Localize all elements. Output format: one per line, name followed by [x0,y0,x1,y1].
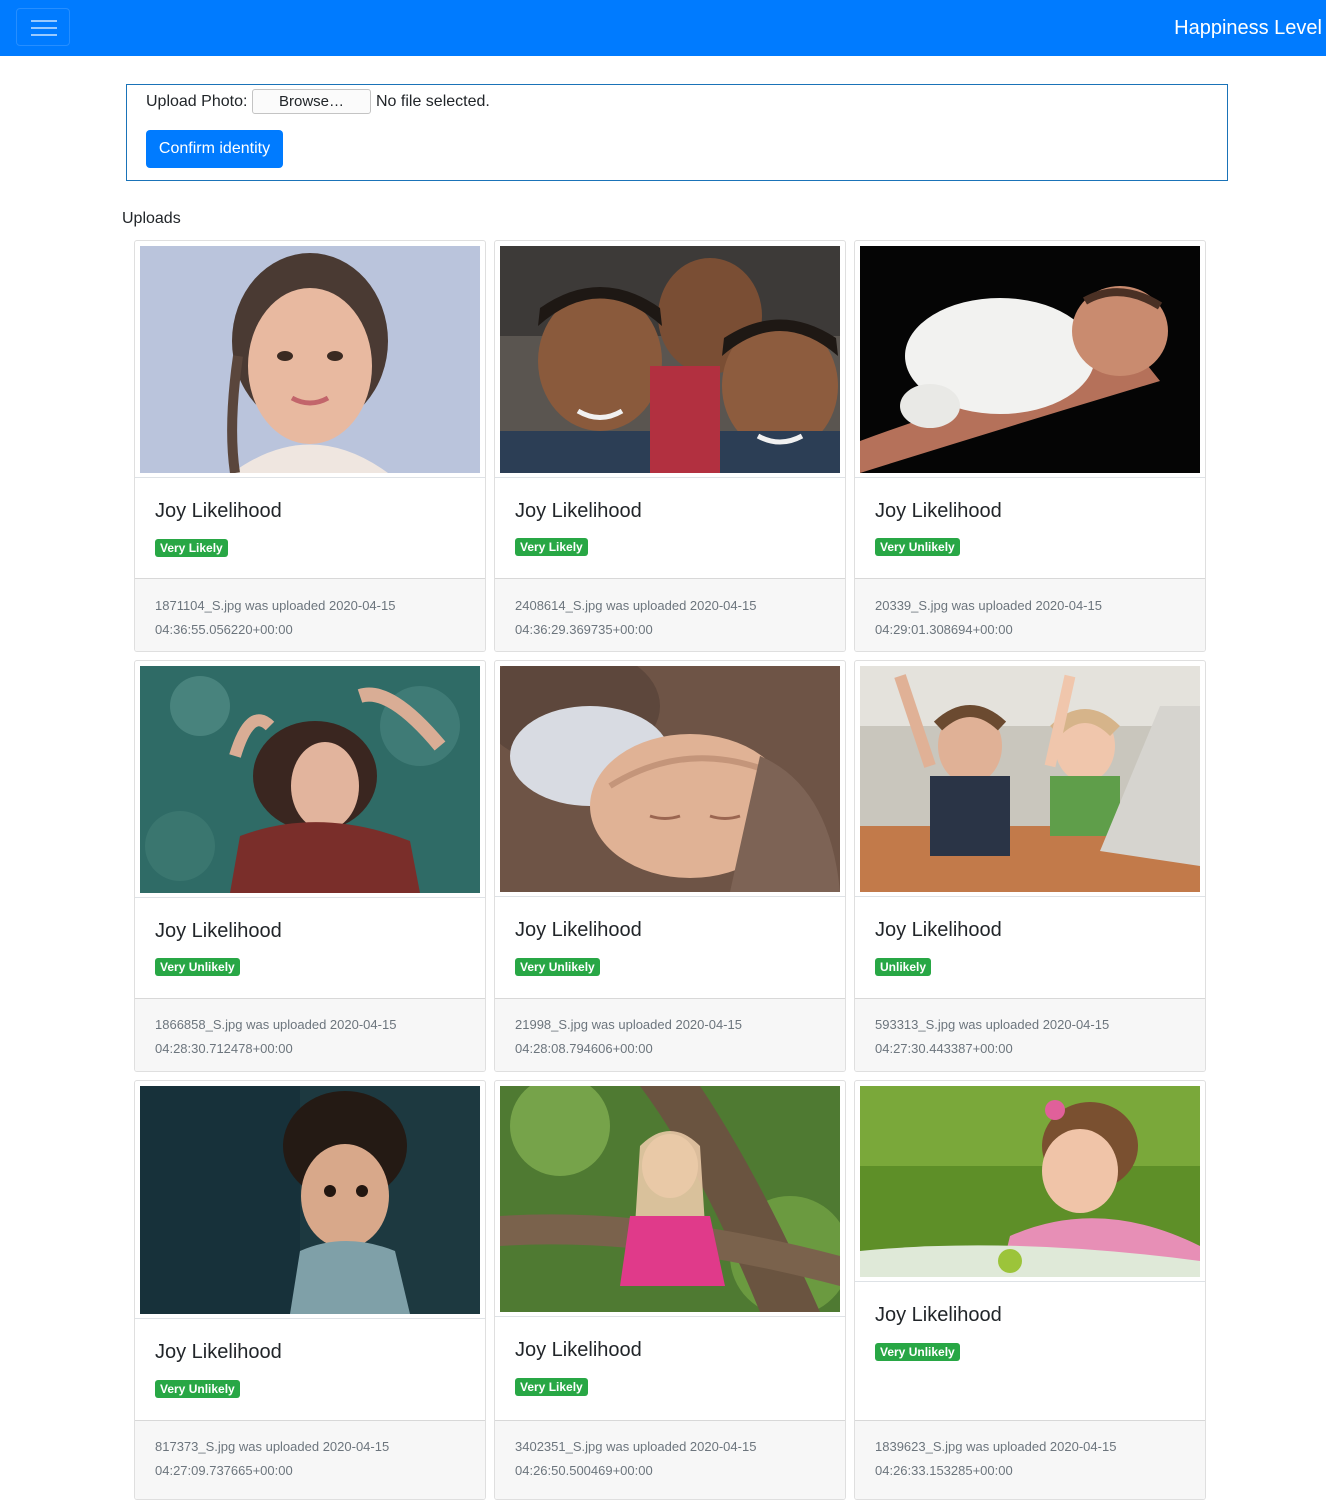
upload-info-text: 21998_S.jpg was uploaded 2020-04-15 [515,1017,742,1032]
upload-info-text: 1866858_S.jpg was uploaded 2020-04-15 [155,1017,397,1032]
joy-likelihood-badge: Very Unlikely [155,958,240,976]
joy-likelihood-badge: Very Unlikely [875,1343,960,1361]
upload-card: Joy Likelihood Very Likely 2408614_S.jpg… [494,240,846,652]
upload-form: Upload Photo: Browse… No file selected. … [126,84,1228,181]
photo-thumbnail[interactable] [855,1081,1205,1282]
browse-button[interactable]: Browse… [252,89,371,114]
photo-thumbnail[interactable] [495,1081,845,1317]
upload-card: Joy Likelihood Very Unlikely 21998_S.jpg… [494,660,846,1072]
joy-likelihood-badge: Very Unlikely [155,1380,240,1398]
card-title: Joy Likelihood [875,919,1002,941]
photo-girl-on-tree-image [500,1086,840,1312]
upload-card: Joy Likelihood Very Unlikely 1839623_S.j… [854,1080,1206,1500]
card-title: Joy Likelihood [875,500,1002,522]
upload-timestamp-text: 04:36:29.369735+00:00 [515,622,653,637]
photo-girl-in-grass-image [860,1086,1200,1277]
photo-thumbnail[interactable] [855,241,1205,478]
upload-card: Joy Likelihood Very Likely 1871104_S.jpg… [134,240,486,652]
joy-likelihood-badge: Very Likely [515,538,588,556]
upload-card: Joy Likelihood Very Unlikely 20339_S.jpg… [854,240,1206,652]
upload-info-text: 1871104_S.jpg was uploaded 2020-04-15 [155,598,396,613]
upload-info-text: 1839623_S.jpg was uploaded 2020-04-15 [875,1439,1117,1454]
card-footer: 1839623_S.jpg was uploaded 2020-04-15 04… [855,1420,1205,1499]
joy-likelihood-badge: Unlikely [875,958,932,976]
uploads-heading: Uploads [122,210,181,227]
upload-card: Joy Likelihood Very Likely 3402351_S.jpg… [494,1080,846,1500]
photo-thumbnail[interactable] [135,241,485,478]
card-title: Joy Likelihood [515,500,642,522]
upload-info-text: 593313_S.jpg was uploaded 2020-04-15 [875,1017,1110,1032]
navbar-brand[interactable]: Happiness Level [1174,16,1322,40]
card-footer: 817373_S.jpg was uploaded 2020-04-15 04:… [135,1420,485,1499]
upload-card: Joy Likelihood Very Unlikely 1866858_S.j… [134,660,486,1072]
upload-timestamp-text: 04:26:33.153285+00:00 [875,1463,1013,1478]
upload-info-text: 3402351_S.jpg was uploaded 2020-04-15 [515,1439,757,1454]
hamburger-menu-icon[interactable] [16,8,70,46]
file-status-text: No file selected. [376,93,490,110]
upload-timestamp-text: 04:36:55.056220+00:00 [155,622,293,637]
card-footer: 3402351_S.jpg was uploaded 2020-04-15 04… [495,1420,845,1499]
photo-three-boys-image [500,246,840,473]
navbar: Happiness Level [0,0,1326,56]
upload-info-text: 2408614_S.jpg was uploaded 2020-04-15 [515,598,757,613]
photo-thumbnail[interactable] [135,661,485,898]
upload-timestamp-text: 04:28:08.794606+00:00 [515,1041,653,1056]
card-title: Joy Likelihood [155,1341,282,1363]
joy-likelihood-badge: Very Likely [155,539,228,557]
card-title: Joy Likelihood [875,1304,1002,1326]
photo-thumbnail[interactable] [495,241,845,478]
joy-likelihood-badge: Very Likely [515,1378,588,1396]
upload-info-text: 20339_S.jpg was uploaded 2020-04-15 [875,598,1102,613]
card-footer: 593313_S.jpg was uploaded 2020-04-15 04:… [855,998,1205,1071]
upload-timestamp-text: 04:29:01.308694+00:00 [875,622,1013,637]
card-footer: 1866858_S.jpg was uploaded 2020-04-15 04… [135,998,485,1071]
upload-card: Joy Likelihood Unlikely 593313_S.jpg was… [854,660,1206,1072]
photo-thumbnail[interactable] [495,661,845,897]
joy-likelihood-badge: Very Unlikely [515,958,600,976]
photo-woman-in-water-image [140,666,480,893]
photo-girl-portrait-image [140,246,480,473]
upload-timestamp-text: 04:27:30.443387+00:00 [875,1041,1013,1056]
photo-thumbnail[interactable] [135,1081,485,1319]
card-footer: 21998_S.jpg was uploaded 2020-04-15 04:2… [495,998,845,1071]
upload-photo-label: Upload Photo: [146,93,248,110]
photo-kids-laptop-image [860,666,1200,892]
card-footer: 2408614_S.jpg was uploaded 2020-04-15 04… [495,578,845,651]
photo-newborn-on-arm-image [860,246,1200,473]
card-title: Joy Likelihood [155,920,282,942]
photo-thumbnail[interactable] [855,661,1205,897]
card-footer: 20339_S.jpg was uploaded 2020-04-15 04:2… [855,578,1205,651]
card-footer: 1871104_S.jpg was uploaded 2020-04-15 04… [135,578,485,651]
joy-likelihood-badge: Very Unlikely [875,538,960,556]
card-title: Joy Likelihood [515,919,642,941]
upload-timestamp-text: 04:26:50.500469+00:00 [515,1463,653,1478]
confirm-identity-button[interactable]: Confirm identity [146,130,283,168]
card-title: Joy Likelihood [515,1339,642,1361]
upload-info-text: 817373_S.jpg was uploaded 2020-04-15 [155,1439,390,1454]
card-title: Joy Likelihood [155,500,282,522]
photo-sleeping-baby-image [500,666,840,892]
upload-timestamp-text: 04:27:09.737665+00:00 [155,1463,293,1478]
upload-timestamp-text: 04:28:30.712478+00:00 [155,1041,293,1056]
photo-curly-haired-boy-image [140,1086,480,1314]
upload-card: Joy Likelihood Very Unlikely 817373_S.jp… [134,1080,486,1500]
